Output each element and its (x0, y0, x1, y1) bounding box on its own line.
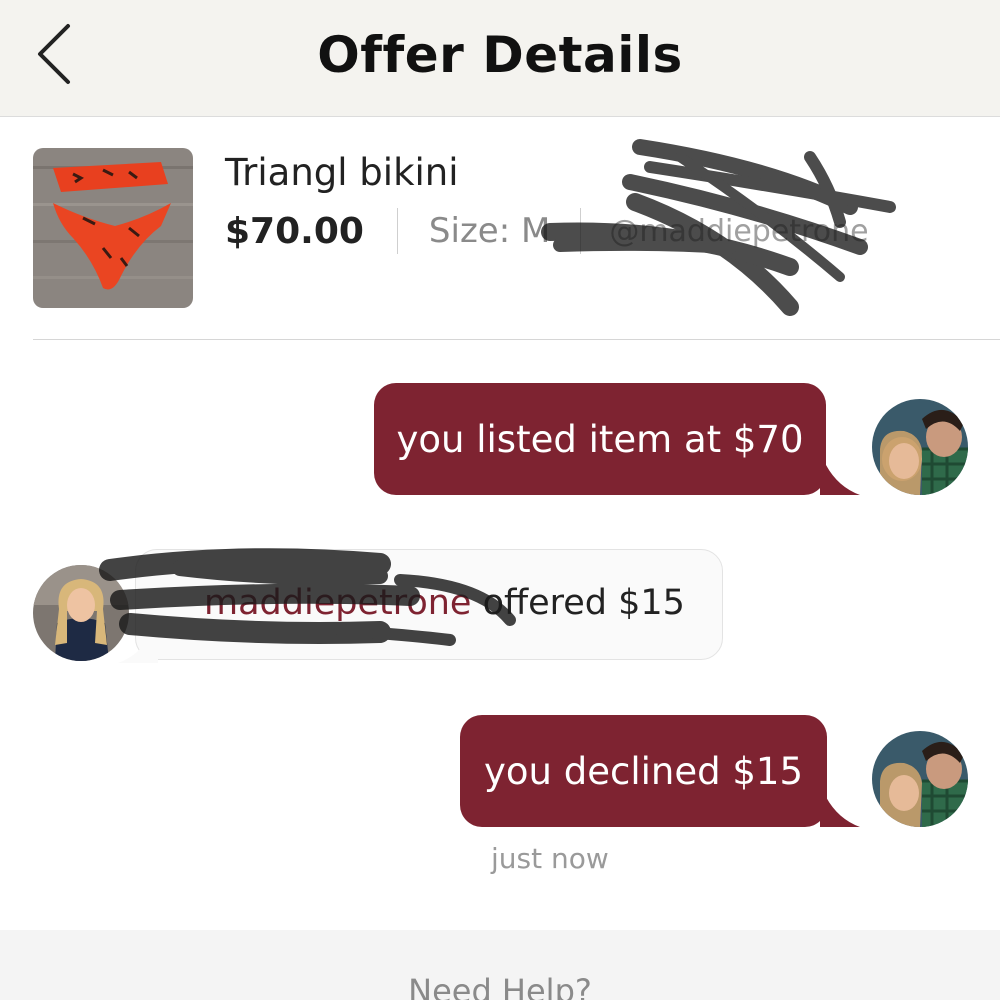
user-avatar-icon (33, 565, 129, 661)
message-bubble-outgoing: you listed item at $70 (374, 383, 826, 495)
item-meta: $70.00 Size: M @maddiepetrone (225, 208, 869, 254)
message-text: maddiepetrone offered $15 (204, 583, 685, 623)
bubble-tail (820, 797, 860, 827)
message-timestamp: just now (491, 842, 609, 875)
avatar[interactable] (872, 399, 968, 495)
message-text: you listed item at $70 (396, 417, 804, 461)
message-bubble-outgoing: you declined $15 (460, 715, 827, 827)
message-text: you declined $15 (484, 749, 803, 793)
listing-summary[interactable]: Triangl bikini $70.00 Size: M @maddiepet… (0, 117, 1000, 340)
product-thumbnail[interactable] (33, 148, 193, 308)
page-title: Offer Details (317, 26, 683, 84)
help-footer: Need Help? (0, 930, 1000, 1000)
item-size: Size: M (428, 211, 551, 251)
user-avatar-icon (872, 731, 968, 827)
meta-divider (396, 208, 398, 254)
message-bubble-incoming: maddiepetrone offered $15 (135, 549, 723, 660)
bikini-image (33, 148, 193, 308)
message-username[interactable]: maddiepetrone (204, 583, 471, 623)
item-title: Triangl bikini (225, 151, 459, 194)
avatar[interactable] (33, 565, 129, 661)
bubble-tail (118, 633, 158, 663)
bubble-tail (820, 465, 860, 495)
user-avatar-icon (872, 399, 968, 495)
section-divider (33, 339, 1000, 340)
avatar[interactable] (872, 731, 968, 827)
item-price: $70.00 (225, 210, 364, 252)
message-body: offered $15 (471, 583, 685, 623)
seller-username[interactable]: @maddiepetrone (609, 214, 868, 249)
meta-divider (580, 208, 582, 254)
need-help-link[interactable]: Need Help? (0, 972, 1000, 1000)
header-bar: Offer Details (0, 0, 1000, 117)
